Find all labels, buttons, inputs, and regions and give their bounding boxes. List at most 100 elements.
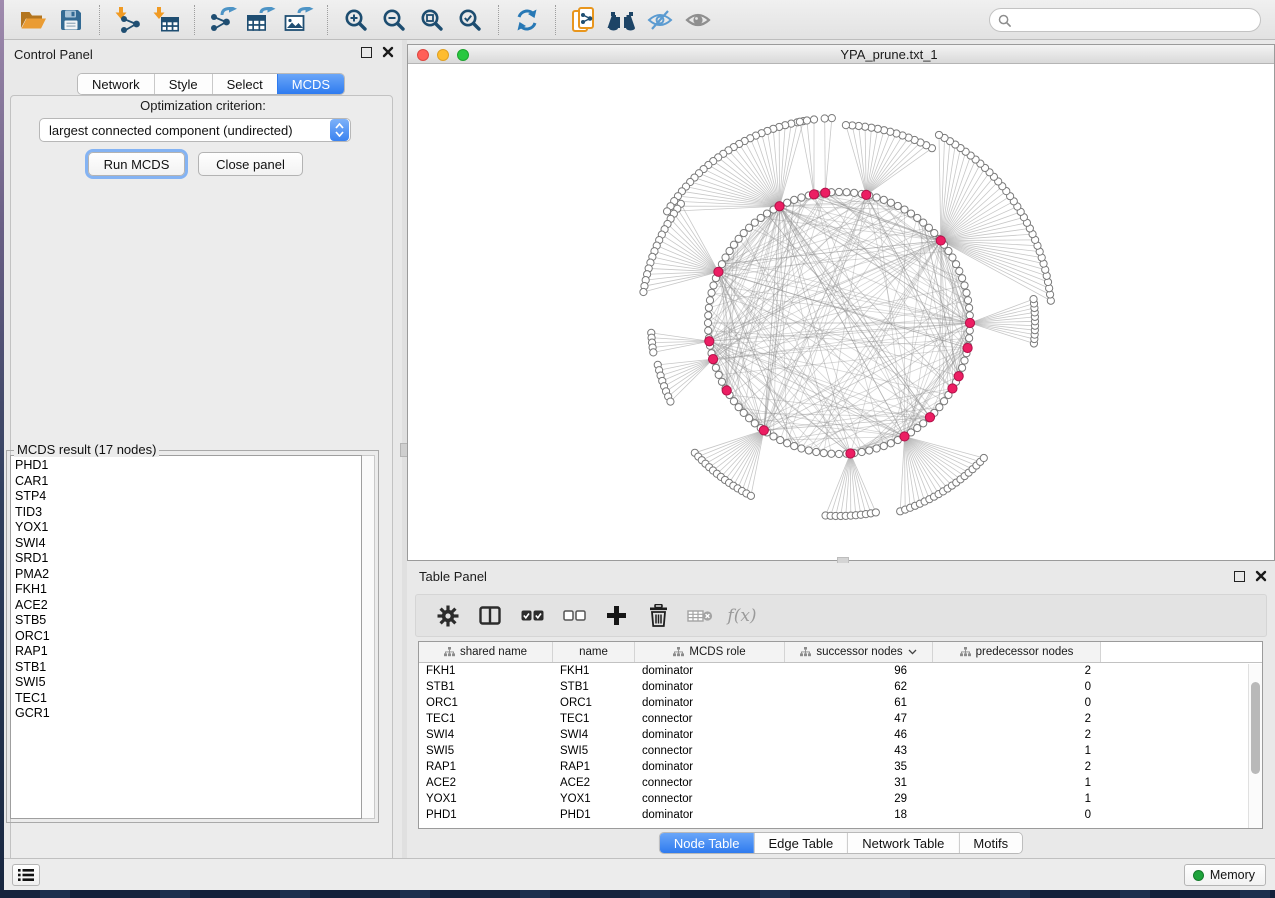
leaf-node[interactable] xyxy=(821,115,828,122)
leaf-node[interactable] xyxy=(640,288,647,295)
table-row[interactable]: SWI4SWI4dominator462 xyxy=(419,727,1262,743)
mcds-result-item[interactable]: STP4 xyxy=(15,489,361,505)
cell-name[interactable]: ACE2 xyxy=(553,775,635,791)
leaf-node[interactable] xyxy=(842,122,849,129)
mcds-hub-node[interactable] xyxy=(714,267,723,276)
export-table-button[interactable] xyxy=(245,3,277,37)
cell-predecessor-nodes[interactable]: 2 xyxy=(933,711,1101,727)
ring-node[interactable] xyxy=(907,210,914,217)
cell-shared-name[interactable]: ORC1 xyxy=(419,695,553,711)
cell-shared-name[interactable]: SWI4 xyxy=(419,727,553,743)
split-view-button[interactable] xyxy=(472,598,508,634)
mcds-hub-node[interactable] xyxy=(846,449,855,458)
search-field[interactable] xyxy=(989,8,1261,32)
ring-node[interactable] xyxy=(751,420,758,427)
table-row[interactable]: ORC1ORC1dominator610 xyxy=(419,695,1262,711)
run-mcds-button[interactable]: Run MCDS xyxy=(88,152,185,176)
mcds-result-item[interactable]: STB5 xyxy=(15,613,361,629)
cell-successor-nodes[interactable]: 61 xyxy=(785,695,933,711)
cell-successor-nodes[interactable]: 29 xyxy=(785,791,933,807)
ring-node[interactable] xyxy=(858,448,865,455)
ring-node[interactable] xyxy=(851,189,858,196)
cell-MCDS-role[interactable]: dominator xyxy=(635,807,785,823)
cell-shared-name[interactable]: ACE2 xyxy=(419,775,553,791)
save-session-button[interactable] xyxy=(55,3,87,37)
ring-node[interactable] xyxy=(705,327,712,334)
cell-shared-name[interactable]: PHD1 xyxy=(419,807,553,823)
cell-shared-name[interactable]: TEC1 xyxy=(419,711,553,727)
hide-panels-button[interactable] xyxy=(644,3,676,37)
tab-mcds[interactable]: MCDS xyxy=(277,74,344,94)
mcds-hub-node[interactable] xyxy=(759,426,768,435)
delete-column-button[interactable] xyxy=(640,598,676,634)
ring-node[interactable] xyxy=(945,247,952,254)
cell-MCDS-role[interactable]: dominator xyxy=(635,695,785,711)
cell-name[interactable]: SWI5 xyxy=(553,743,635,759)
cell-shared-name[interactable]: RAP1 xyxy=(419,759,553,775)
ring-node[interactable] xyxy=(784,199,791,206)
close-panel-icon[interactable] xyxy=(1255,570,1267,582)
leaf-node[interactable] xyxy=(872,509,879,516)
import-table-button[interactable] xyxy=(150,3,182,37)
select-all-button[interactable] xyxy=(514,598,550,634)
mcds-result-item[interactable]: SWI5 xyxy=(15,675,361,691)
zoom-out-button[interactable] xyxy=(378,3,410,37)
cell-name[interactable]: PHD1 xyxy=(553,807,635,823)
cell-successor-nodes[interactable]: 47 xyxy=(785,711,933,727)
leaf-node[interactable] xyxy=(810,116,817,123)
ring-node[interactable] xyxy=(828,450,835,457)
cell-name[interactable]: ORC1 xyxy=(553,695,635,711)
ring-node[interactable] xyxy=(791,196,798,203)
ring-node[interactable] xyxy=(722,254,729,261)
sort-chevron-icon[interactable] xyxy=(908,649,917,655)
leaf-node[interactable] xyxy=(980,454,987,461)
network-window-titlebar[interactable]: YPA_prune.txt_1 xyxy=(408,45,1274,64)
column-header-shared-name[interactable]: shared name xyxy=(419,642,553,662)
mcds-hub-node[interactable] xyxy=(708,355,717,364)
cell-successor-nodes[interactable]: 62 xyxy=(785,679,933,695)
ring-node[interactable] xyxy=(952,261,959,268)
ring-node[interactable] xyxy=(820,450,827,457)
table-row[interactable]: YOX1YOX1connector291 xyxy=(419,791,1262,807)
table-row[interactable]: ACE2ACE2connector311 xyxy=(419,775,1262,791)
mcds-hub-node[interactable] xyxy=(963,343,972,352)
ring-node[interactable] xyxy=(706,297,713,304)
ring-node[interactable] xyxy=(784,440,791,447)
float-panel-icon[interactable] xyxy=(361,47,372,58)
ring-node[interactable] xyxy=(777,436,784,443)
ring-node[interactable] xyxy=(920,219,927,226)
ring-node[interactable] xyxy=(966,327,973,334)
table-scrollbar[interactable] xyxy=(1248,664,1262,828)
ring-node[interactable] xyxy=(873,445,880,452)
cell-successor-nodes[interactable]: 18 xyxy=(785,807,933,823)
apply-layout-button[interactable] xyxy=(511,3,543,37)
ring-node[interactable] xyxy=(936,404,943,411)
table-tab-node-table[interactable]: Node Table xyxy=(660,833,754,853)
leaf-node[interactable] xyxy=(803,117,810,124)
ring-node[interactable] xyxy=(914,214,921,221)
zoom-selected-button[interactable] xyxy=(454,3,486,37)
cell-name[interactable]: SWI4 xyxy=(553,727,635,743)
mcds-result-item[interactable]: ORC1 xyxy=(15,629,361,645)
ring-node[interactable] xyxy=(966,304,973,311)
cell-successor-nodes[interactable]: 31 xyxy=(785,775,933,791)
mcds-hub-node[interactable] xyxy=(821,188,830,197)
ring-node[interactable] xyxy=(708,289,715,296)
mcds-hub-node[interactable] xyxy=(900,432,909,441)
window-zoom-button[interactable] xyxy=(457,49,469,61)
cell-predecessor-nodes[interactable]: 2 xyxy=(933,759,1101,775)
ring-node[interactable] xyxy=(798,194,805,201)
ring-node[interactable] xyxy=(963,289,970,296)
window-close-button[interactable] xyxy=(417,49,429,61)
ring-node[interactable] xyxy=(757,214,764,221)
zoom-fit-button[interactable] xyxy=(416,3,448,37)
ring-node[interactable] xyxy=(949,254,956,261)
cell-name[interactable]: STB1 xyxy=(553,679,635,695)
table-tab-edge-table[interactable]: Edge Table xyxy=(753,833,847,853)
mcds-hub-node[interactable] xyxy=(705,337,714,346)
show-panels-button[interactable] xyxy=(682,3,714,37)
cell-name[interactable]: RAP1 xyxy=(553,759,635,775)
show-task-history-button[interactable] xyxy=(12,864,40,886)
mcds-result-item[interactable]: TID3 xyxy=(15,505,361,521)
table-row[interactable]: PHD1PHD1dominator180 xyxy=(419,807,1262,823)
